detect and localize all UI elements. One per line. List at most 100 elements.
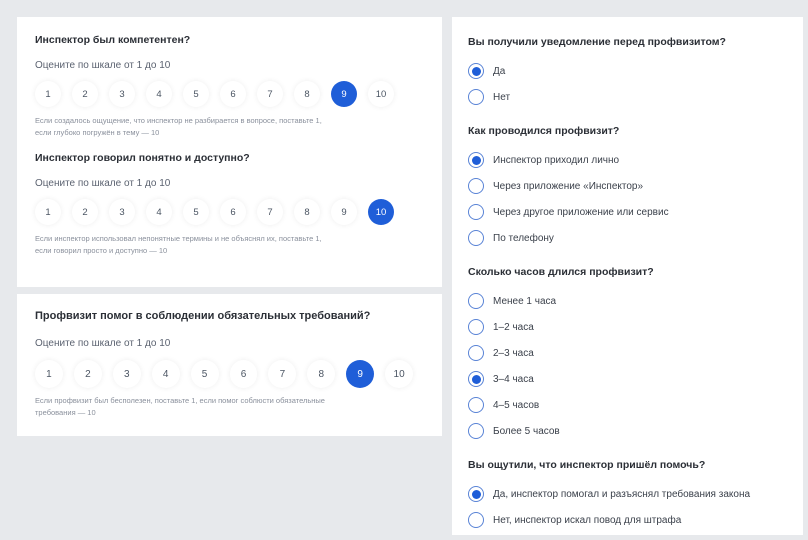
radio-checked-icon[interactable] — [468, 63, 484, 79]
scale-option-9[interactable]: 9 — [346, 360, 375, 388]
radio-unchecked-icon[interactable] — [468, 423, 484, 439]
scale-option-10[interactable]: 10 — [368, 199, 394, 225]
scale-option-8[interactable]: 8 — [294, 81, 320, 107]
scale-option-5[interactable]: 5 — [183, 199, 209, 225]
question-clarity: Инспектор говорил понятно и доступно? Оц… — [35, 151, 424, 257]
radio-option[interactable]: По телефону — [468, 225, 787, 251]
radio-option[interactable]: 3–4 часа — [468, 366, 787, 392]
question-visit-format: Как проводился профвизит? Инспектор прих… — [468, 124, 787, 251]
question-title: Вы получили уведомление перед профвизито… — [468, 36, 726, 48]
radio-label: Нет, инспектор искал повод для штрафа — [493, 514, 682, 526]
radio-label: Более 5 часов — [493, 425, 560, 437]
radio-option[interactable]: Через другое приложение или сервис — [468, 199, 787, 225]
radio-label: Инспектор приходил лично — [493, 154, 620, 166]
radio-label: 4–5 часов — [493, 399, 540, 411]
question-title: Сколько часов длился профвизит? — [468, 266, 654, 278]
scale-option-7[interactable]: 7 — [257, 81, 283, 107]
question-competence: Инспектор был компетентен? Оцените по шк… — [35, 33, 424, 139]
hint-text: Если создалось ощущение, что инспектор н… — [35, 115, 424, 139]
competence-card: Инспектор был компетентен? Оцените по шк… — [17, 17, 442, 287]
scale-option-1[interactable]: 1 — [35, 199, 61, 225]
scale-option-5[interactable]: 5 — [183, 81, 209, 107]
rating-scale: 1 2 3 4 5 6 7 8 9 10 — [35, 199, 424, 225]
radio-label: Да — [493, 65, 506, 77]
question-title: Вы ощутили, что инспектор пришёл помочь? — [468, 459, 706, 471]
scale-option-3[interactable]: 3 — [112, 360, 141, 388]
radio-group: Да, инспектор помогал и разъяснял требов… — [468, 481, 787, 533]
radio-option[interactable]: Нет, инспектор искал повод для штрафа — [468, 507, 787, 533]
visit-details-card: Вы получили уведомление перед профвизито… — [452, 17, 803, 535]
scale-option-6[interactable]: 6 — [229, 360, 258, 388]
radio-unchecked-icon[interactable] — [468, 204, 484, 220]
scale-option-7[interactable]: 7 — [257, 199, 283, 225]
scale-option-6[interactable]: 6 — [220, 199, 246, 225]
scale-caption: Оцените по шкале от 1 до 10 — [35, 338, 171, 349]
radio-option[interactable]: 2–3 часа — [468, 340, 787, 366]
radio-unchecked-icon[interactable] — [468, 178, 484, 194]
radio-checked-icon[interactable] — [468, 152, 484, 168]
rating-scale: 1 2 3 4 5 6 7 8 9 10 — [35, 81, 424, 107]
radio-label: Через другое приложение или сервис — [493, 206, 669, 218]
radio-unchecked-icon[interactable] — [468, 397, 484, 413]
radio-option[interactable]: Менее 1 часа — [468, 288, 787, 314]
question-notification: Вы получили уведомление перед профвизито… — [468, 35, 787, 110]
hint-line: требования — 10 — [35, 408, 96, 417]
radio-option[interactable]: 1–2 часа — [468, 314, 787, 340]
scale-option-3[interactable]: 3 — [109, 199, 135, 225]
scale-option-8[interactable]: 8 — [307, 360, 336, 388]
scale-option-1[interactable]: 1 — [35, 81, 61, 107]
radio-option[interactable]: Да — [468, 58, 787, 84]
scale-option-2[interactable]: 2 — [73, 360, 102, 388]
radio-option[interactable]: Более 5 часов — [468, 418, 787, 444]
question-title: Инспектор говорил понятно и доступно? — [35, 152, 250, 164]
radio-group: Менее 1 часа 1–2 часа 2–3 часа 3–4 часа 4–5 … — [468, 288, 787, 444]
question-title: Инспектор был компетентен? — [35, 34, 191, 46]
hint-line: Если профвизит был бесполезен, поставьте… — [35, 396, 325, 405]
scale-option-2[interactable]: 2 — [72, 81, 98, 107]
radio-option[interactable]: 4–5 часов — [468, 392, 787, 418]
radio-option[interactable]: Да, инспектор помогал и разъяснял требов… — [468, 481, 787, 507]
scale-option-4[interactable]: 4 — [146, 81, 172, 107]
radio-label: Через приложение «Инспектор» — [493, 180, 644, 192]
radio-checked-icon[interactable] — [468, 486, 484, 502]
radio-label: Да, инспектор помогал и разъяснял требов… — [493, 488, 751, 500]
radio-label: Нет — [493, 91, 511, 103]
hint-line: Если создалось ощущение, что инспектор н… — [35, 116, 322, 125]
scale-option-4[interactable]: 4 — [146, 199, 172, 225]
hint-text: Если инспектор использовал непонятные те… — [35, 233, 424, 257]
scale-option-2[interactable]: 2 — [72, 199, 98, 225]
radio-unchecked-icon[interactable] — [468, 293, 484, 309]
radio-label: 1–2 часа — [493, 321, 534, 333]
scale-caption: Оцените по шкале от 1 до 10 — [35, 60, 171, 71]
radio-checked-icon[interactable] — [468, 371, 484, 387]
scale-option-10[interactable]: 10 — [385, 360, 414, 388]
scale-option-10[interactable]: 10 — [368, 81, 394, 107]
scale-option-9[interactable]: 9 — [331, 199, 357, 225]
scale-option-9[interactable]: 9 — [331, 81, 357, 107]
question-title: Как проводился профвизит? — [468, 125, 620, 137]
radio-unchecked-icon[interactable] — [468, 345, 484, 361]
hint-line: если говорил просто и доступно — 10 — [35, 246, 168, 255]
scale-option-6[interactable]: 6 — [220, 81, 246, 107]
hint-line: Если инспектор использовал непонятные те… — [35, 234, 322, 243]
hint-line: если глубоко погружён в тему — 10 — [35, 128, 160, 137]
radio-unchecked-icon[interactable] — [468, 230, 484, 246]
radio-label: По телефону — [493, 232, 554, 244]
scale-option-5[interactable]: 5 — [190, 360, 219, 388]
radio-unchecked-icon[interactable] — [468, 319, 484, 335]
radio-label: Менее 1 часа — [493, 295, 557, 307]
radio-label: 2–3 часа — [493, 347, 534, 359]
radio-option[interactable]: Нет — [468, 84, 787, 110]
radio-group: Инспектор приходил лично Через приложение… — [468, 147, 787, 251]
radio-unchecked-icon[interactable] — [468, 512, 484, 528]
scale-caption: Оцените по шкале от 1 до 10 — [35, 178, 171, 189]
scale-option-3[interactable]: 3 — [109, 81, 135, 107]
radio-label: 3–4 часа — [493, 373, 534, 385]
radio-option[interactable]: Инспектор приходил лично — [468, 147, 787, 173]
scale-option-8[interactable]: 8 — [294, 199, 320, 225]
radio-option[interactable]: Через приложение «Инспектор» — [468, 173, 787, 199]
scale-option-1[interactable]: 1 — [35, 360, 63, 388]
scale-option-7[interactable]: 7 — [268, 360, 297, 388]
radio-unchecked-icon[interactable] — [468, 89, 484, 105]
scale-option-4[interactable]: 4 — [151, 360, 180, 388]
